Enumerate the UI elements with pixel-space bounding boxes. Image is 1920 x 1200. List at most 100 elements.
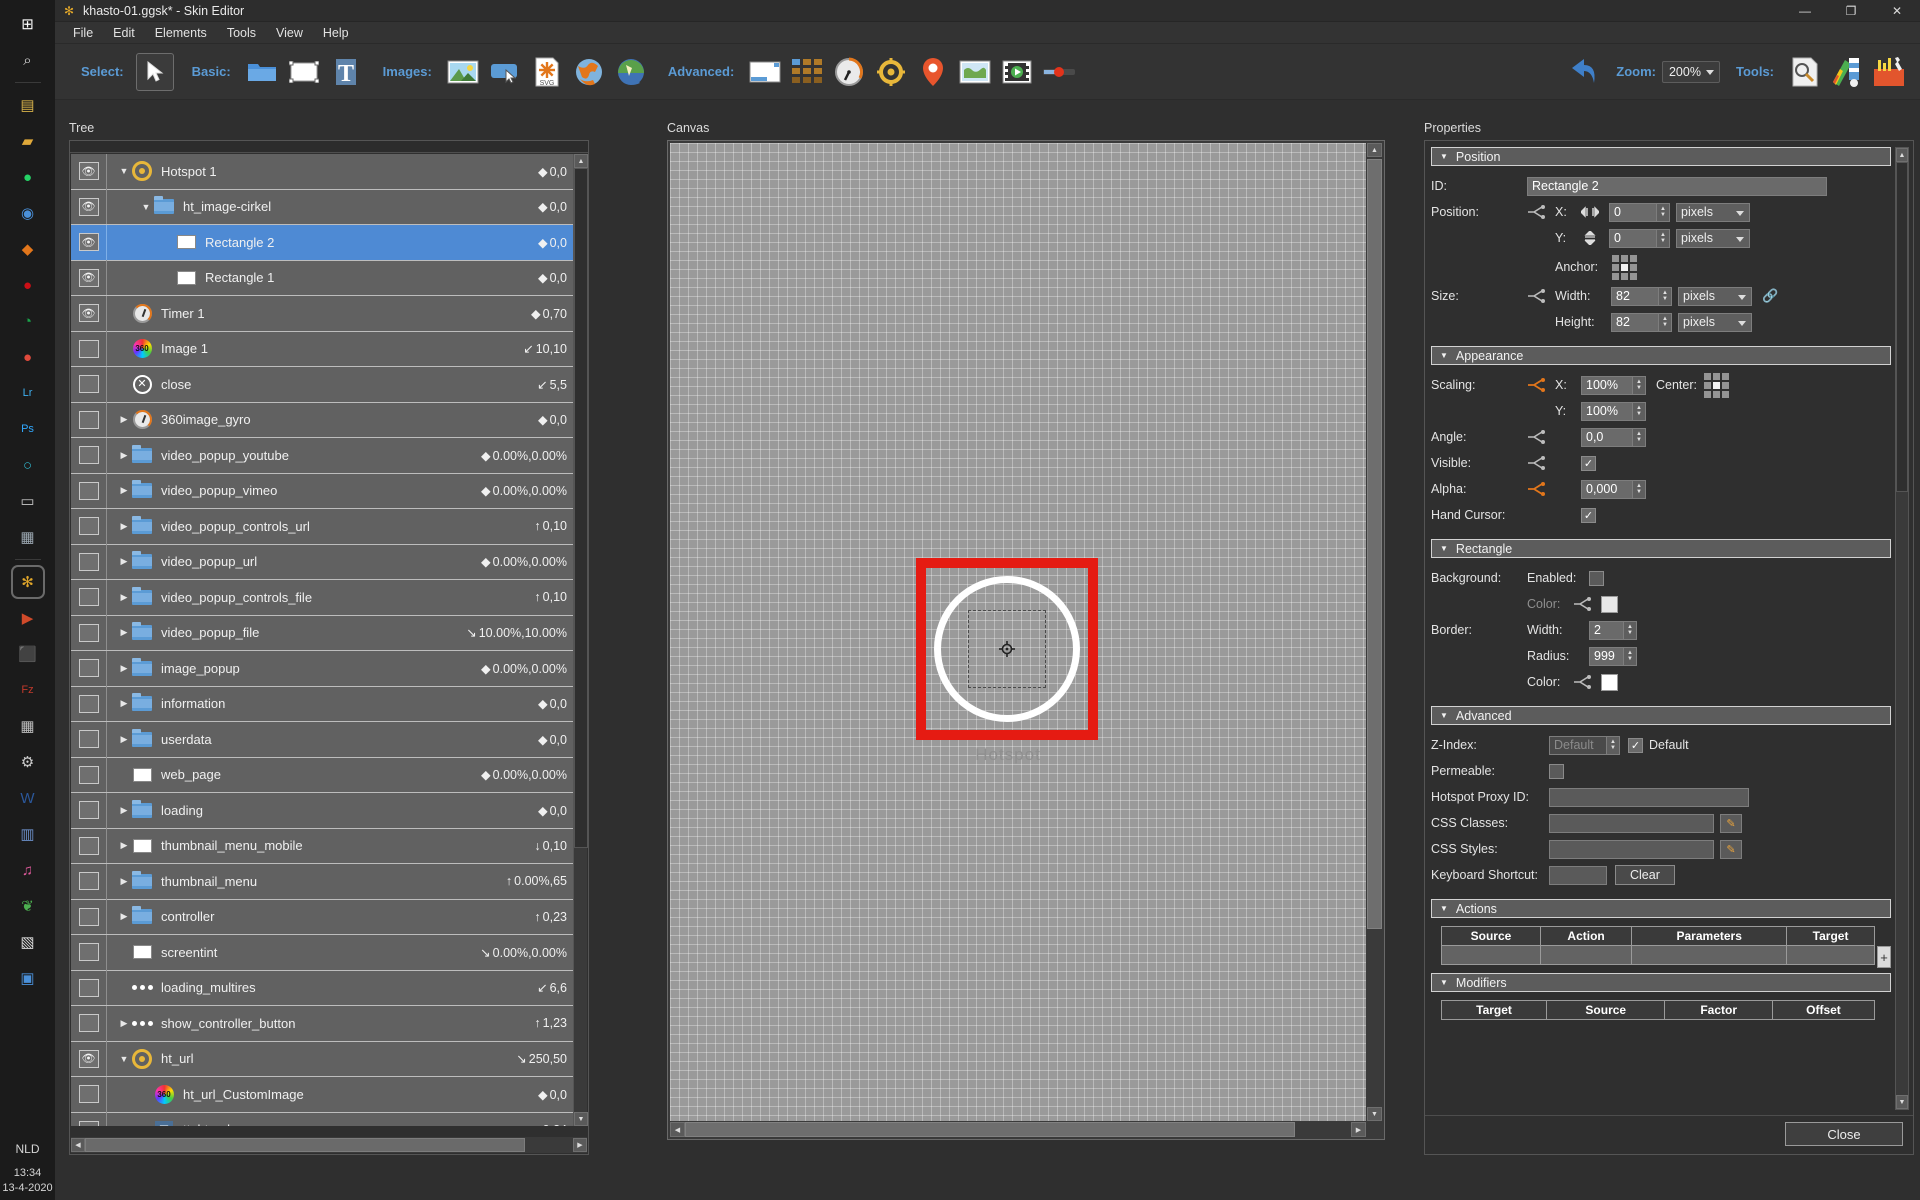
props-scroll-up-icon[interactable]: ▲ — [1896, 148, 1908, 162]
proxy-input[interactable] — [1549, 787, 1749, 807]
visibility-toggle-cell[interactable] — [71, 544, 107, 580]
video-icon[interactable] — [998, 53, 1036, 91]
visibility-toggle-cell[interactable] — [71, 686, 107, 722]
radius-spinner[interactable]: ▲ ▼ — [1624, 646, 1637, 666]
scale-x-spinner[interactable]: ▲ ▼ — [1633, 375, 1646, 395]
whatsapp-icon[interactable]: ● — [13, 162, 43, 192]
eye-off-icon[interactable] — [78, 872, 99, 891]
visibility-toggle-cell[interactable] — [71, 331, 107, 367]
folder-icon[interactable] — [243, 53, 281, 91]
eye-off-icon[interactable] — [78, 694, 99, 713]
tree-row-hotspot-1[interactable]: 👁 ▼ Hotspot 1 ◆ 0,0 — [71, 154, 575, 190]
permeable-checkbox[interactable] — [1549, 763, 1564, 779]
bg-enabled-checkbox[interactable] — [1589, 570, 1604, 586]
chevron-right-icon[interactable]: ▶ — [117, 840, 131, 851]
visibility-toggle-cell[interactable] — [71, 1076, 107, 1112]
canvas-vertical-scrollbar[interactable]: ▲ ▼ — [1367, 143, 1382, 1121]
center-picker[interactable] — [1703, 371, 1730, 399]
media-icon[interactable]: ▣ — [13, 963, 43, 993]
tree-row-rectangle-1[interactable]: 👁 Rectangle 1 ◆ 0,0 — [71, 260, 575, 296]
tree-vertical-scrollbar[interactable]: ▲ ▼ — [573, 154, 588, 1126]
visibility-toggle-cell[interactable] — [71, 437, 107, 473]
filezilla-icon[interactable]: Fz — [13, 675, 43, 705]
section-position-header[interactable]: ▼ Position — [1431, 147, 1891, 166]
visibility-toggle-cell[interactable] — [71, 828, 107, 864]
chevron-right-icon[interactable]: ▶ — [117, 556, 131, 567]
chevron-right-icon[interactable]: ▶ — [117, 876, 131, 887]
eye-off-icon[interactable] — [78, 481, 99, 500]
scale-y-spinner[interactable]: ▲ ▼ — [1633, 401, 1646, 421]
section-advanced-header[interactable]: ▼ Advanced — [1431, 706, 1891, 725]
border-width-spinner[interactable]: ▲ ▼ — [1624, 620, 1637, 640]
alpha-input[interactable]: 0,000 — [1581, 479, 1633, 499]
tree-row-ht-image-cirkel[interactable]: 👁 ▼ ht_image-cirkel ◆ 0,0 — [71, 189, 575, 225]
minimize-button[interactable]: — — [1782, 0, 1828, 22]
chevron-right-icon[interactable]: ▶ — [117, 627, 131, 638]
timer-icon[interactable] — [830, 53, 868, 91]
properties-vertical-scrollbar[interactable]: ▲ ▼ — [1895, 147, 1909, 1110]
eye-off-icon[interactable] — [78, 623, 99, 642]
bg-color-modifier-icon[interactable] — [1573, 597, 1601, 611]
eye-off-icon[interactable] — [78, 730, 99, 749]
angle-input[interactable]: 0,0 — [1581, 427, 1633, 447]
tree-row-loading[interactable]: ▶ loading ◆ 0,0 — [71, 792, 575, 829]
window-icon[interactable] — [746, 53, 784, 91]
add-action-button[interactable]: + — [1877, 946, 1891, 968]
rectangle-icon[interactable] — [285, 53, 323, 91]
anchor-picker[interactable] — [1611, 253, 1638, 281]
visibility-toggle-cell[interactable] — [71, 970, 107, 1006]
canvas-horizontal-scrollbar[interactable]: ◀ ▶ — [670, 1122, 1366, 1137]
vegas-icon[interactable]: ▶ — [13, 603, 43, 633]
folder-icon[interactable]: ▰ — [13, 126, 43, 156]
canvas-scroll-right-icon[interactable]: ▶ — [1351, 1122, 1366, 1137]
visibility-toggle-cell[interactable] — [71, 934, 107, 970]
tree-row-video-popup-youtube[interactable]: ▶ video_popup_youtube ◆ 0.00%,0.00% — [71, 437, 575, 474]
calendar-icon[interactable]: ▦ — [13, 522, 43, 552]
tree-horizontal-scrollbar[interactable]: ◀ ▶ — [71, 1137, 587, 1153]
position-modifier-icon[interactable] — [1527, 205, 1555, 219]
files-icon[interactable]: ▤ — [13, 90, 43, 120]
chevron-right-icon[interactable]: ▶ — [117, 450, 131, 461]
menu-file[interactable]: File — [63, 24, 103, 42]
tree-list[interactable]: 👁 ▼ Hotspot 1 ◆ 0,0 👁 ▼ ht_image-cirkel ◆ 0,0 👁 Rec… — [71, 154, 575, 1126]
chevron-right-icon[interactable]: ▶ — [117, 414, 131, 425]
y-input[interactable]: 0 — [1609, 228, 1657, 248]
button-icon[interactable] — [486, 53, 524, 91]
tree-row-image-1[interactable]: 360 Image 1 ↙ 10,10 — [71, 331, 575, 367]
visibility-toggle-cell[interactable] — [71, 899, 107, 935]
chrome-icon[interactable]: ◉ — [13, 198, 43, 228]
css-styles-input[interactable] — [1549, 839, 1714, 859]
section-actions-header[interactable]: ▼ Actions — [1431, 899, 1891, 918]
image-icon[interactable] — [444, 53, 482, 91]
eye-off-icon[interactable] — [78, 659, 99, 678]
visibility-toggle-cell[interactable]: 👁 — [71, 1041, 107, 1077]
height-spinner[interactable]: ▲ ▼ — [1659, 312, 1672, 332]
canvas-hscroll-thumb[interactable] — [685, 1122, 1295, 1137]
visibility-toggle-cell[interactable] — [71, 615, 107, 651]
link-aspect-icon[interactable]: 🔗 — [1762, 288, 1778, 304]
eye-icon[interactable]: 👁 — [78, 268, 99, 287]
visibility-toggle-cell[interactable] — [71, 1112, 107, 1126]
scroll-down-icon[interactable]: ▼ — [574, 1112, 588, 1126]
menu-tools[interactable]: Tools — [217, 24, 266, 42]
menu-help[interactable]: Help — [313, 24, 359, 42]
eye-off-icon[interactable] — [78, 1120, 99, 1126]
eye-off-icon[interactable] — [78, 1014, 99, 1033]
css-classes-edit-pencil-icon[interactable]: ✎ — [1720, 813, 1742, 833]
eye-icon[interactable]: 👁 — [78, 233, 99, 252]
viewer-icon[interactable]: ● — [13, 342, 43, 372]
visibility-toggle-cell[interactable] — [71, 402, 107, 438]
eye-off-icon[interactable] — [78, 765, 99, 784]
music-icon[interactable]: ♫ — [13, 855, 43, 885]
border-color-modifier-icon[interactable] — [1573, 675, 1601, 689]
bg-color-swatch[interactable] — [1601, 595, 1618, 613]
tree-row-information[interactable]: ▶ information ◆ 0,0 — [71, 686, 575, 722]
tree-row-loading-multires[interactable]: loading_multires ↙ 6,6 — [71, 970, 575, 1006]
tree-row-360image-gyro[interactable]: ▶ 360image_gyro ◆ 0,0 — [71, 402, 575, 438]
chevron-right-icon[interactable]: ▶ — [117, 1018, 131, 1029]
eye-off-icon[interactable] — [78, 801, 99, 820]
scroll-up-icon[interactable]: ▲ — [574, 154, 588, 168]
tree-row-close[interactable]: ✕ close ↙ 5,5 — [71, 366, 575, 403]
clear-shortcut-button[interactable]: Clear — [1615, 865, 1675, 885]
chevron-right-icon[interactable]: ▶ — [117, 485, 131, 496]
